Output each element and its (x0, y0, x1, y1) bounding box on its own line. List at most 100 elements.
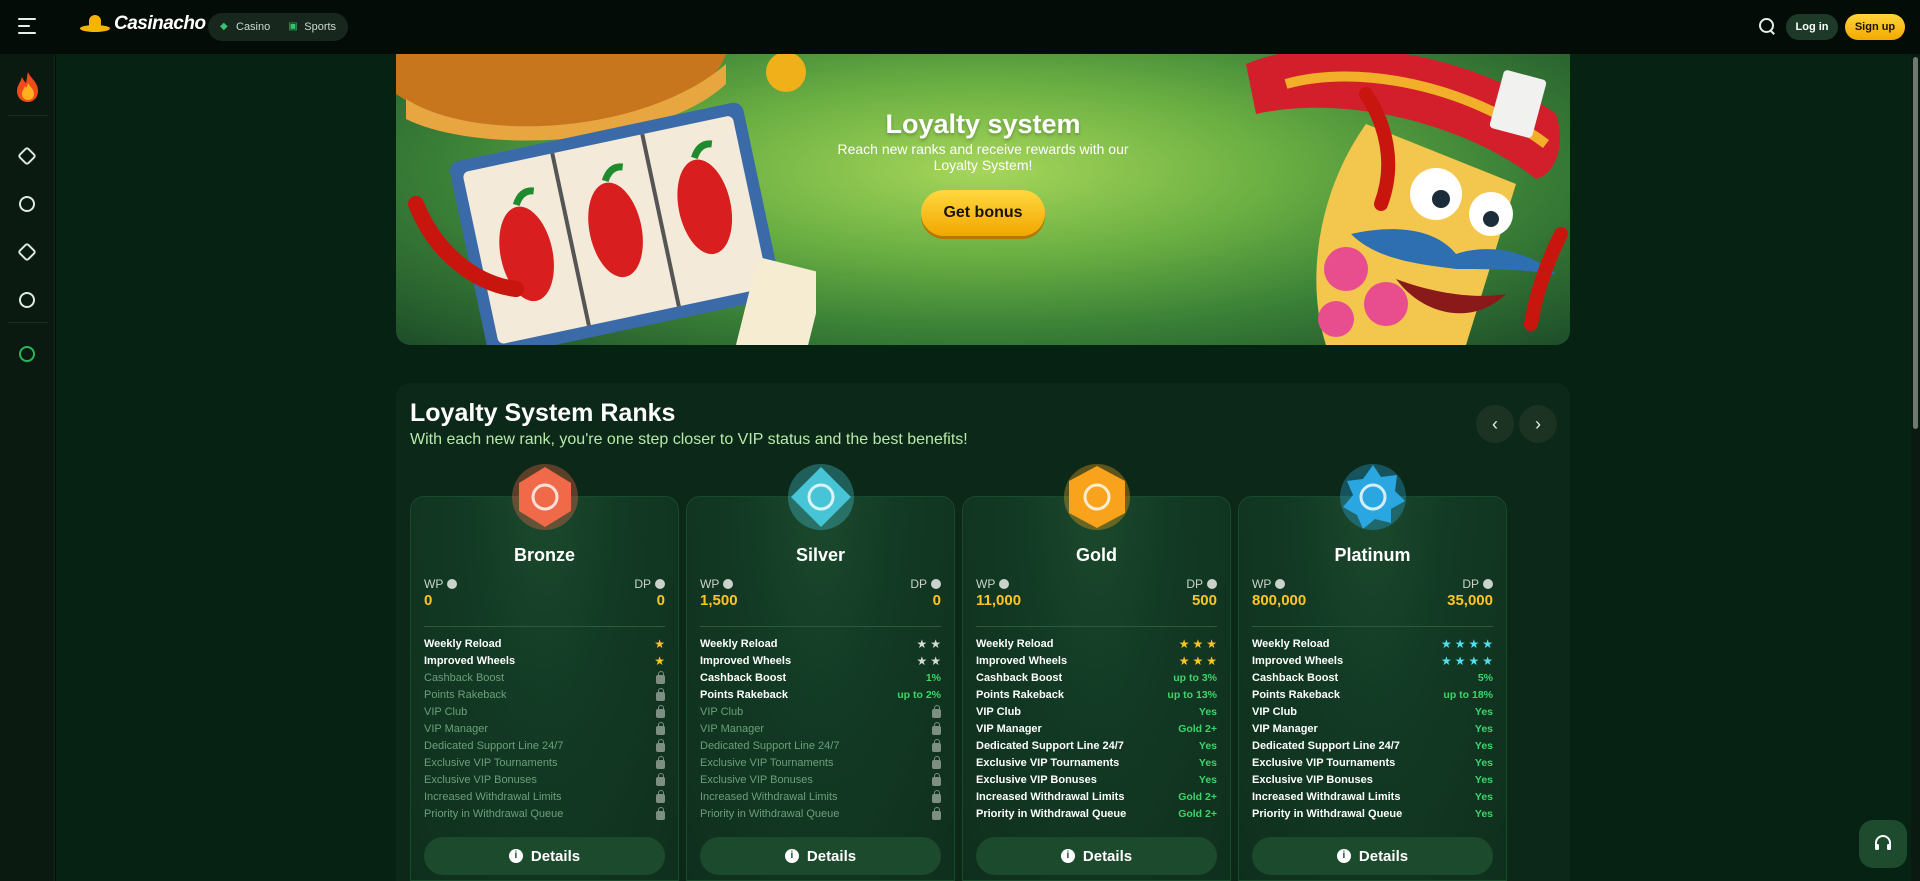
perk-row: Exclusive VIP Tournaments (424, 756, 665, 770)
lock-icon (932, 790, 941, 803)
info-icon[interactable] (447, 579, 458, 589)
info-icon: i (1336, 849, 1351, 863)
perk-label: Improved Wheels (1252, 655, 1344, 667)
perk-value: Yes (1474, 706, 1493, 718)
login-button[interactable]: Log in (1786, 14, 1838, 40)
perk-label: Improved Wheels (976, 655, 1068, 667)
info-icon[interactable] (931, 579, 941, 589)
lock-icon (932, 756, 941, 769)
chevron-right-icon: › (1535, 413, 1541, 434)
perk-value: Yes (1198, 740, 1217, 752)
sidebar-item-promotions[interactable] (14, 239, 40, 265)
lock-icon (656, 773, 665, 786)
perk-row: Dedicated Support Line 24/7 (424, 739, 665, 753)
casino-tab-label: Casino (236, 21, 271, 33)
signup-button[interactable]: Sign up (1845, 14, 1905, 40)
ranks-title: Loyalty System Ranks (410, 399, 676, 427)
info-icon[interactable] (655, 579, 665, 589)
perk-row: Weekly Reload ★ (424, 637, 665, 651)
star-icon: ★ (1440, 637, 1452, 651)
scrollbar-thumb[interactable] (1913, 57, 1918, 429)
logo[interactable]: Casinacho (80, 13, 206, 35)
perk-value: Yes (1474, 740, 1493, 752)
next-ranks-button[interactable]: › (1519, 405, 1557, 443)
dp-label: DP (1186, 577, 1217, 591)
lock-icon (656, 671, 665, 684)
ranks-panel: Loyalty System Ranks With each new rank,… (396, 383, 1570, 881)
brand-name: Casinacho (114, 13, 206, 34)
perk-row: Exclusive VIP Bonuses Yes (1252, 773, 1493, 787)
sidebar-item-support[interactable] (14, 341, 40, 367)
perk-value: 5% (1477, 672, 1493, 684)
lock-icon (656, 739, 665, 752)
info-icon: i (784, 849, 799, 863)
dp-label-text: DP (1462, 577, 1479, 591)
info-icon[interactable] (1483, 579, 1493, 589)
details-button[interactable]: i Details (424, 837, 665, 875)
perk-row: Exclusive VIP Tournaments Yes (976, 756, 1217, 770)
info-icon[interactable] (1275, 579, 1286, 589)
perk-label: Cashback Boost (976, 672, 1063, 684)
rank-card-silver: Silver WP 1,500 DP 0 Weekly Reload ★ ★ Improved … (686, 464, 955, 881)
sidebar-item-loyalty[interactable] (14, 287, 40, 313)
lock-icon (656, 790, 665, 803)
search-icon[interactable] (1758, 17, 1776, 35)
perk-row: Increased Withdrawal Limits Gold 2+ (976, 790, 1217, 804)
perk-row: Dedicated Support Line 24/7 Yes (976, 739, 1217, 753)
sidebar-divider-2 (8, 322, 48, 323)
perk-row: VIP Club (424, 705, 665, 719)
casino-tab[interactable]: ◆ Casino (212, 16, 278, 38)
sidebar-divider (8, 115, 48, 116)
ball-icon (19, 196, 35, 212)
perk-label: Exclusive VIP Tournaments (976, 757, 1120, 769)
wp-value: 1,500 (700, 592, 738, 609)
info-icon: i (1060, 849, 1075, 863)
perk-row: Points Rakeback up to 13% (976, 688, 1217, 702)
lock-icon (932, 705, 941, 718)
prev-ranks-button[interactable]: ‹ (1476, 405, 1514, 443)
perk-row: Priority in Withdrawal Queue Yes (1252, 807, 1493, 821)
perk-label: VIP Manager (424, 723, 489, 735)
headset-icon (19, 346, 35, 362)
perk-value: Gold 2+ (1178, 723, 1217, 735)
perk-label: Improved Wheels (700, 655, 792, 667)
perk-row: Exclusive VIP Bonuses Yes (976, 773, 1217, 787)
details-button[interactable]: i Details (976, 837, 1217, 875)
perk-value: up to 2% (897, 689, 941, 701)
star-icon: ★ (1178, 654, 1190, 668)
details-button[interactable]: i Details (1252, 837, 1493, 875)
live-chat-button[interactable] (1859, 820, 1907, 868)
star-icon: ★ (916, 637, 928, 651)
slot-machine-illustration (396, 54, 816, 345)
star-icon: ★ (1482, 654, 1493, 668)
perk-label: Priority in Withdrawal Queue (700, 808, 840, 820)
sports-icon: ▣ (288, 21, 298, 32)
wp-label-text: WP (700, 577, 720, 591)
perk-label: Dedicated Support Line 24/7 (976, 740, 1124, 752)
perk-row: Improved Wheels ★ ★ (700, 654, 941, 668)
dp-value: 0 (656, 592, 665, 609)
wp-label: WP (1252, 577, 1286, 591)
details-button[interactable]: i Details (700, 837, 941, 875)
perk-label: VIP Club (976, 706, 1022, 718)
perk-row: Increased Withdrawal Limits Yes (1252, 790, 1493, 804)
info-icon[interactable] (999, 579, 1010, 589)
menu-icon[interactable] (18, 18, 36, 34)
dp-label: DP (634, 577, 665, 591)
ranks-subtitle: With each new rank, you're one step clos… (410, 431, 968, 448)
sidebar (0, 54, 55, 881)
get-bonus-button[interactable]: Get bonus (921, 190, 1045, 236)
star-icon: ★ (1206, 654, 1217, 668)
lock-icon (656, 756, 665, 769)
rank-badge-icon (1064, 464, 1130, 530)
info-icon[interactable] (723, 579, 734, 589)
hot-games-item[interactable] (12, 70, 44, 104)
perk-row: Points Rakeback (424, 688, 665, 702)
info-icon[interactable] (1207, 579, 1217, 589)
sidebar-item-sports[interactable] (14, 191, 40, 217)
sidebar-item-games[interactable] (14, 143, 40, 169)
casino-icon: ◆ (220, 21, 228, 32)
perk-value: Yes (1474, 723, 1493, 735)
perk-label: Cashback Boost (424, 672, 505, 684)
sports-tab[interactable]: ▣ Sports (280, 16, 344, 38)
